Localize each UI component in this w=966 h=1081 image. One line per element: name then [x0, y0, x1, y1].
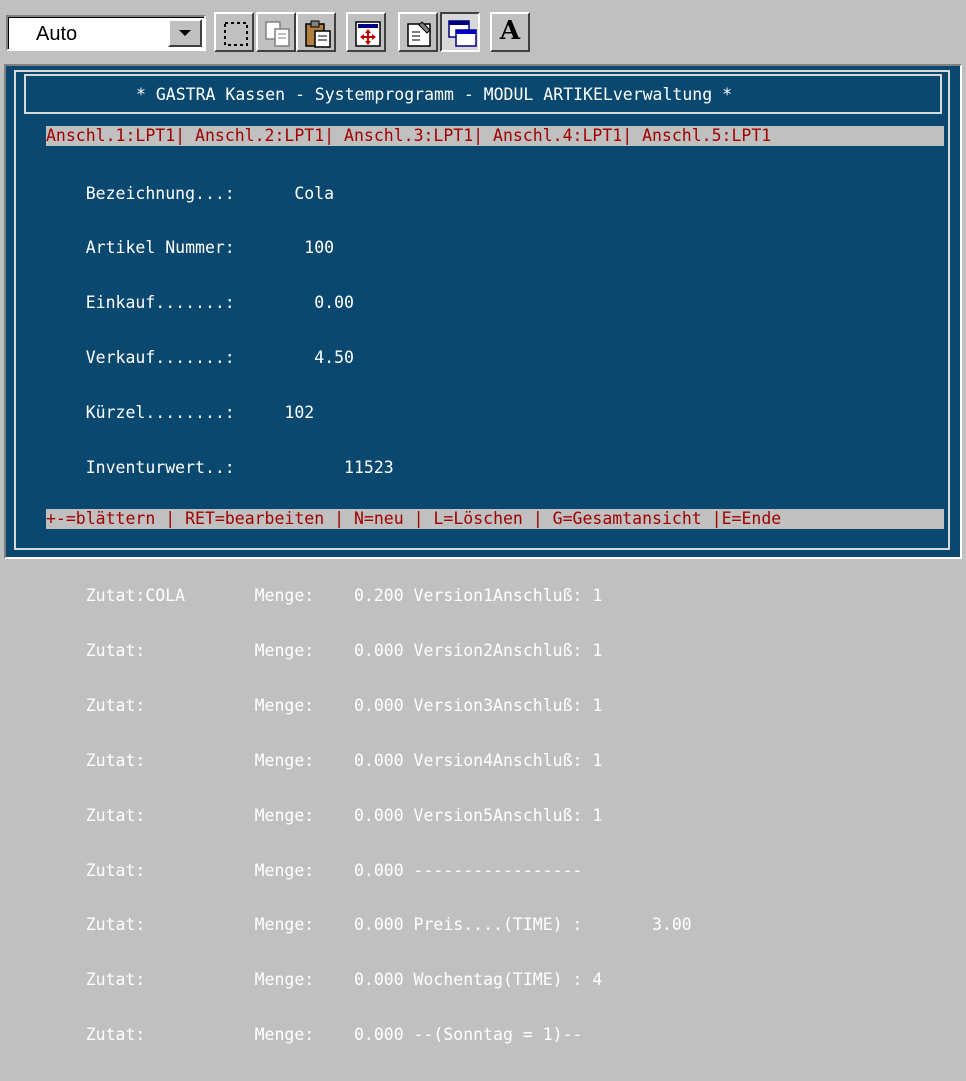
- menge-value[interactable]: 0.000: [314, 641, 404, 660]
- field-row: Kürzel........: 102: [46, 404, 692, 422]
- copy-icon: [265, 21, 290, 47]
- zutat-label[interactable]: Zutat:: [46, 696, 185, 715]
- port-2: Anschl.2:LPT1: [195, 126, 325, 145]
- field-label: Kürzel........:: [46, 403, 235, 423]
- properties-button[interactable]: [398, 12, 438, 52]
- ingredient-row: Zutat: Menge: 0.000 Version4Anschluß: 1: [46, 750, 692, 770]
- port-3: Anschl.3:LPT1: [344, 126, 474, 145]
- font-button[interactable]: A: [490, 12, 530, 52]
- background-window-icon: [448, 20, 477, 47]
- zutat-label[interactable]: Zutat:: [46, 751, 185, 770]
- field-label: Bezeichnung...:: [46, 183, 235, 203]
- field-label: Einkauf.......:: [46, 293, 235, 313]
- port-1: Anschl.1:LPT1: [46, 126, 176, 145]
- action-text: Version2Anschluß: 1: [403, 641, 603, 661]
- zutat-label[interactable]: Zutat:: [46, 970, 185, 989]
- mark-button[interactable]: [214, 12, 254, 52]
- field-value[interactable]: 102: [235, 403, 314, 422]
- menge-label: Menge:: [185, 860, 315, 880]
- console-window[interactable]: * GASTRA Kassen - Systemprogramm - MODUL…: [4, 64, 962, 1044]
- port-status-bar: Anschl.1:LPT1| Anschl.2:LPT1| Anschl.3:L…: [46, 126, 944, 146]
- field-value[interactable]: 11523: [235, 458, 394, 477]
- field-value[interactable]: 100: [235, 238, 334, 257]
- menge-label: Menge:: [185, 805, 315, 825]
- shortcut-edit[interactable]: RET=bearbeiten: [175, 509, 334, 528]
- action-text: --(Sonntag = 1)--: [403, 1025, 583, 1045]
- port-4: Anschl.4:LPT1: [493, 126, 623, 145]
- properties-icon: [407, 21, 431, 47]
- zutat-label[interactable]: Zutat:: [46, 641, 185, 660]
- field-value[interactable]: 4.50: [235, 348, 354, 367]
- font-icon: A: [499, 16, 521, 46]
- action-text: Preis....(TIME) : 3.00: [403, 915, 692, 935]
- shortcut-overview[interactable]: G=Gesamtansicht: [543, 509, 712, 528]
- menge-value[interactable]: 0.000: [314, 915, 404, 934]
- field-label: Artikel Nummer:: [46, 238, 235, 258]
- menge-label: Menge:: [185, 586, 315, 606]
- ingredient-row: Zutat: Menge: 0.000 Preis....(TIME) : 3.…: [46, 916, 692, 934]
- menge-label: Menge:: [185, 695, 315, 715]
- shortcut-end[interactable]: E=Ende: [722, 509, 782, 528]
- menge-value[interactable]: 0.000: [314, 861, 404, 880]
- module-title: * GASTRA Kassen - Systemprogramm - MODUL…: [136, 85, 733, 104]
- title-box: * GASTRA Kassen - Systemprogramm - MODUL…: [24, 74, 942, 114]
- ingredient-row: Zutat: Menge: 0.000 Version2Anschluß: 1: [46, 641, 692, 661]
- field-value[interactable]: Cola: [235, 184, 334, 203]
- ingredient-row: Zutat: Menge: 0.000 Version5Anschluß: 1: [46, 805, 692, 825]
- action-text: -----------------: [403, 860, 583, 880]
- zutat-label[interactable]: Zutat:COLA: [46, 586, 185, 605]
- console-toolbar: Auto A: [0, 0, 966, 64]
- action-text: Version3Anschluß: 1: [403, 695, 603, 715]
- field-row: Inventurwert..: 11523: [46, 458, 692, 478]
- zutat-label[interactable]: Zutat:: [46, 806, 185, 825]
- port-5: Anschl.5:LPT1: [642, 126, 772, 145]
- field-label: Verkauf.......:: [46, 348, 235, 368]
- field-row: Artikel Nummer: 100: [46, 239, 692, 257]
- menge-label: Menge:: [185, 750, 315, 770]
- zutat-label[interactable]: Zutat:: [46, 861, 185, 880]
- menge-value[interactable]: 0.000: [314, 696, 404, 715]
- font-size-value: Auto: [36, 23, 78, 45]
- background-button[interactable]: [440, 12, 480, 52]
- menge-value[interactable]: 0.000: [314, 970, 404, 989]
- menge-value[interactable]: 0.000: [314, 751, 404, 770]
- field-row: Bezeichnung...: Cola: [46, 183, 692, 203]
- menge-label: Menge:: [185, 1025, 315, 1045]
- zutat-label[interactable]: Zutat:: [46, 1025, 185, 1044]
- field-row: Verkauf.......: 4.50: [46, 349, 692, 367]
- menge-value[interactable]: 0.200: [314, 586, 404, 605]
- ingredient-row: Zutat: Menge: 0.000 Version3Anschluß: 1: [46, 695, 692, 715]
- fullscreen-icon: [355, 21, 381, 47]
- menge-label: Menge:: [185, 641, 315, 661]
- action-text: Version5Anschluß: 1: [403, 805, 603, 825]
- shortcut-new[interactable]: N=neu: [344, 509, 414, 528]
- marquee-select-icon: [224, 22, 248, 46]
- font-size-select[interactable]: Auto: [6, 15, 206, 51]
- action-text: Version4Anschluß: 1: [403, 750, 603, 770]
- dropdown-arrow-button[interactable]: [168, 19, 202, 47]
- field-row: Einkauf.......: 0.00: [46, 294, 692, 312]
- field-label: Inventurwert..:: [46, 458, 235, 478]
- action-text: Wochentag(TIME) : 4: [403, 970, 603, 990]
- ingredient-row: Zutat: Menge: 0.000 -----------------: [46, 860, 692, 880]
- shortcut-bar: +-=blättern | RET=bearbeiten | N=neu | L…: [46, 509, 944, 529]
- shortcut-delete[interactable]: L=Löschen: [424, 509, 533, 528]
- copy-button[interactable]: [256, 12, 296, 52]
- menge-label: Menge:: [185, 970, 315, 990]
- ingredient-row: Zutat:COLA Menge: 0.200 Version1Anschluß…: [46, 586, 692, 606]
- fullscreen-button[interactable]: [346, 12, 386, 52]
- paste-icon: [305, 20, 331, 48]
- article-form: Bezeichnung...: Cola Artikel Nummer: 100…: [46, 148, 692, 1081]
- ingredient-row: Zutat: Menge: 0.000 --(Sonntag = 1)--: [46, 1026, 692, 1044]
- menge-value[interactable]: 0.000: [314, 1025, 404, 1044]
- shortcut-scroll[interactable]: +-=blättern: [46, 509, 165, 528]
- action-text: Version1Anschluß: 1: [403, 586, 603, 606]
- menge-value[interactable]: 0.000: [314, 806, 404, 825]
- menge-label: Menge:: [185, 915, 315, 935]
- zutat-label[interactable]: Zutat:: [46, 915, 185, 934]
- paste-button[interactable]: [296, 12, 336, 52]
- ingredient-row: Zutat: Menge: 0.000 Wochentag(TIME) : 4: [46, 971, 692, 989]
- field-value[interactable]: 0.00: [235, 293, 354, 312]
